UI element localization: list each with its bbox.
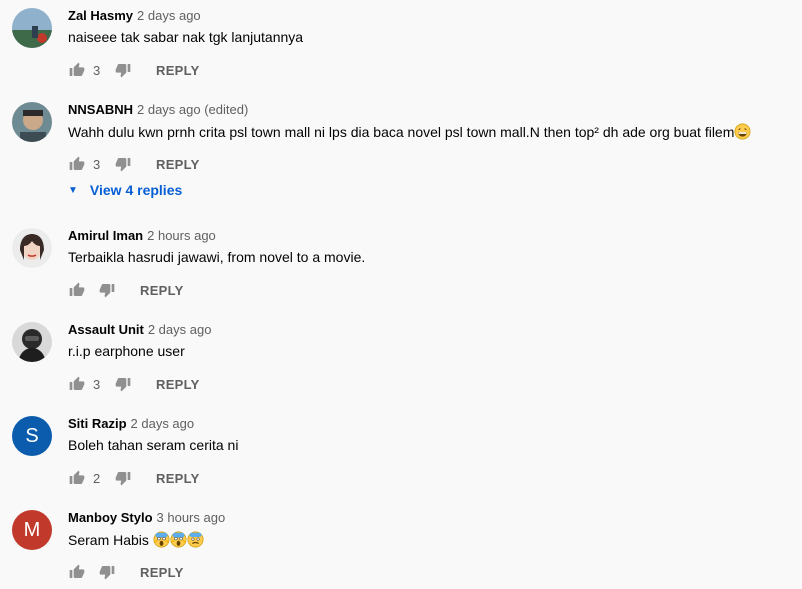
like-count: 3 <box>93 376 101 392</box>
thumb-down-icon[interactable] <box>98 281 116 299</box>
comment-item: Assault Unit 2 days ago r.i.p earphone us… <box>0 322 802 402</box>
comment-item: Zal Hasmy 2 days ago naiseee tak sabar na… <box>0 8 802 88</box>
avatar[interactable]: S <box>12 416 52 456</box>
comment-text: r.i.p earphone user <box>68 343 185 359</box>
comment-time[interactable]: 3 hours ago <box>157 510 226 525</box>
comment-text-content: Seram Habis <box>68 532 149 548</box>
reply-button[interactable]: REPLY <box>156 471 200 486</box>
avatar[interactable]: M <box>12 510 52 550</box>
scream-emoji-icon <box>170 531 187 551</box>
thumb-down-icon[interactable] <box>114 61 132 79</box>
thumb-down-icon[interactable] <box>114 155 132 173</box>
comment-item: M Manboy Stylo 3 hours ago Seram Habis RE… <box>0 510 802 589</box>
like-count: 3 <box>93 62 101 78</box>
comment-time[interactable]: 2 hours ago <box>147 228 216 243</box>
thumb-up-icon[interactable] <box>68 469 86 487</box>
reply-button[interactable]: REPLY <box>140 283 184 298</box>
comment-meta: Zal Hasmy 2 days ago <box>68 8 201 23</box>
reply-button[interactable]: REPLY <box>156 157 200 172</box>
comment-meta: Siti Razip 2 days ago <box>68 416 194 431</box>
author-name[interactable]: Amirul Iman <box>68 228 143 243</box>
thumb-down-icon[interactable] <box>114 375 132 393</box>
comment-item: S Siti Razip 2 days ago Boleh tahan seram… <box>0 416 802 496</box>
author-name[interactable]: NNSABNH <box>68 102 133 117</box>
comment-time[interactable]: 2 days ago <box>137 8 201 23</box>
comment-text: Wahh dulu kwn prnh crita psl town mall n… <box>68 123 751 143</box>
avatar[interactable] <box>12 102 52 142</box>
like-count: 3 <box>93 156 101 172</box>
comment-time[interactable]: 2 days ago <box>131 416 195 431</box>
thumb-up-icon[interactable] <box>68 155 86 173</box>
comment-text: Seram Habis <box>68 531 204 551</box>
like-count: 2 <box>93 470 101 486</box>
comment-actions: REPLY <box>68 562 184 582</box>
author-name[interactable]: Zal Hasmy <box>68 8 133 23</box>
comment-meta: Manboy Stylo 3 hours ago <box>68 510 225 525</box>
comment-actions: 2 REPLY <box>68 468 200 488</box>
avatar-letter: S <box>25 424 39 447</box>
comment-actions: 3 REPLY <box>68 60 200 80</box>
comment-text: Terbaikla hasrudi jawawi, from novel to … <box>68 249 366 265</box>
author-name[interactable]: Manboy Stylo <box>68 510 153 525</box>
comment-time[interactable]: 2 days ago (edited) <box>137 102 248 117</box>
comment-text: naiseee tak sabar nak tgk lanjutannya <box>68 29 304 45</box>
thumb-up-icon[interactable] <box>68 375 86 393</box>
thumb-up-icon[interactable] <box>68 563 86 581</box>
author-name[interactable]: Siti Razip <box>68 416 127 431</box>
comment-actions: 3 REPLY <box>68 154 200 174</box>
reply-button[interactable]: REPLY <box>156 63 200 78</box>
reply-button[interactable]: REPLY <box>156 377 200 392</box>
reply-button[interactable]: REPLY <box>140 565 184 580</box>
caret-down-icon: ▼ <box>68 184 78 196</box>
comment-meta: NNSABNH 2 days ago (edited) <box>68 102 248 117</box>
thumb-down-icon[interactable] <box>98 563 116 581</box>
thumb-down-icon[interactable] <box>114 469 132 487</box>
comment-text: Boleh tahan seram cerita ni <box>68 437 239 453</box>
avatar-letter: M <box>23 518 41 541</box>
fearful-emoji-icon <box>187 531 204 551</box>
view-replies-button[interactable]: ▼ View 4 replies <box>68 182 182 198</box>
comment-meta: Assault Unit 2 days ago <box>68 322 211 337</box>
comment-time[interactable]: 2 days ago <box>148 322 212 337</box>
comment-actions: REPLY <box>68 280 184 300</box>
avatar[interactable] <box>12 322 52 362</box>
avatar[interactable] <box>12 228 52 268</box>
comment-actions: 3 REPLY <box>68 374 200 394</box>
avatar[interactable] <box>12 8 52 48</box>
comment-item: Amirul Iman 2 hours ago Terbaikla hasrudi… <box>0 228 802 308</box>
comment-meta: Amirul Iman 2 hours ago <box>68 228 216 243</box>
comment-text-content: Wahh dulu kwn prnh crita psl town mall n… <box>68 124 735 140</box>
view-replies-label: View 4 replies <box>89 182 183 198</box>
comment-item: NNSABNH 2 days ago (edited) Wahh dulu kwn… <box>0 102 802 212</box>
thumb-up-icon[interactable] <box>68 281 86 299</box>
scream-emoji-icon <box>153 531 170 551</box>
grin-emoji-icon <box>734 123 751 143</box>
thumb-up-icon[interactable] <box>68 61 86 79</box>
author-name[interactable]: Assault Unit <box>68 322 144 337</box>
